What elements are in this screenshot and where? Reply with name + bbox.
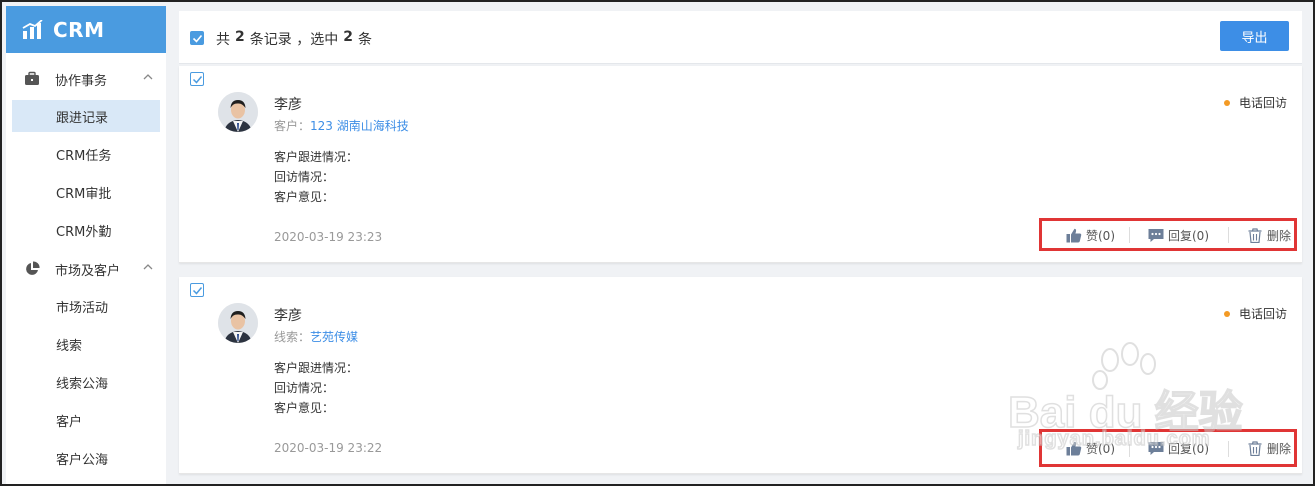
record-checkbox[interactable] <box>190 283 204 297</box>
sidebar-item-label: CRM外勤 <box>56 224 112 240</box>
delete-label: 删除 <box>1267 442 1292 456</box>
record-actions-highlight: 赞(0) 回复(0) 删除 <box>1039 429 1297 467</box>
sidebar: CRM 协作事务 跟进记录 CRM任务 CRM审批 CRM外勤 市场及客户 市场… <box>6 6 166 486</box>
summary-prefix: 共 <box>216 32 230 48</box>
sidebar-item-label: 线索公海 <box>56 376 109 392</box>
divider <box>1129 227 1130 243</box>
status-dot-icon <box>1223 99 1230 106</box>
sidebar-group-market[interactable]: 市场及客户 <box>6 251 166 287</box>
field-visit-status: 回访情况： <box>274 170 335 184</box>
field-customer-opinion: 客户意见： <box>274 401 335 415</box>
checkmark-icon <box>192 76 203 84</box>
trash-icon <box>1248 441 1262 456</box>
sidebar-item-label: 跟进记录 <box>56 110 109 126</box>
relation-label: 线索： <box>274 330 311 344</box>
sidebar-item-label: CRM审批 <box>56 186 112 202</box>
summary-mid: 条记录 ，选中 <box>249 32 339 48</box>
total-count: 2 <box>235 29 245 45</box>
comment-icon <box>1148 229 1164 242</box>
list-toolbar: 共 2 条记录 ，选中 2 条 导出 <box>179 11 1302 64</box>
trash-icon <box>1248 228 1262 243</box>
reply-button[interactable]: 回复(0) <box>1148 227 1209 244</box>
record-type-tag: 电话回访 <box>1223 94 1287 111</box>
sidebar-item-crm-approval[interactable]: CRM审批 <box>12 176 160 208</box>
thumbs-up-icon <box>1066 441 1082 456</box>
relation-link[interactable]: 123 湖南山海科技 <box>310 119 409 133</box>
field-customer-opinion: 客户意见： <box>274 190 335 204</box>
thumbs-up-icon <box>1066 228 1082 243</box>
divider <box>1228 227 1229 243</box>
record-card: 李彦 客户：123 湖南山海科技 客户跟进情况： 回访情况： 客户意见： 202… <box>179 66 1302 263</box>
sidebar-item-leads[interactable]: 线索 <box>12 328 160 360</box>
sidebar-item-label: 客户 <box>56 414 83 430</box>
author-name: 李彦 <box>274 97 302 113</box>
sidebar-item-crm-tasks[interactable]: CRM任务 <box>12 138 160 170</box>
selection-summary: 共 2 条记录 ，选中 2 条 <box>216 29 372 49</box>
sidebar-item-label: CRM任务 <box>56 148 112 164</box>
relation-link[interactable]: 艺苑传媒 <box>310 330 358 344</box>
reply-label: 回复(0) <box>1168 442 1209 456</box>
record-type-label: 电话回访 <box>1238 307 1287 321</box>
checkmark-icon <box>192 287 203 295</box>
relation-label: 客户： <box>274 119 311 133</box>
divider <box>1228 441 1229 457</box>
chevron-up-icon <box>143 264 153 270</box>
export-button[interactable]: 导出 <box>1220 21 1289 51</box>
like-label: 赞(0) <box>1086 229 1115 243</box>
sidebar-item-customer-pool[interactable]: 客户公海 <box>12 442 160 474</box>
record-timestamp: 2020-03-19 23:23 <box>274 230 383 244</box>
record-card: 李彦 线索：艺苑传媒 客户跟进情况： 回访情况： 客户意见： 2020-03-1… <box>179 277 1302 474</box>
comment-icon <box>1148 442 1164 455</box>
relation-line: 客户：123 湖南山海科技 <box>274 117 409 134</box>
summary-suffix: 条 <box>357 32 372 48</box>
briefcase-icon <box>25 71 39 85</box>
record-type-tag: 电话回访 <box>1223 305 1287 322</box>
sidebar-item-crm-field-work[interactable]: CRM外勤 <box>12 214 160 246</box>
avatar[interactable] <box>218 92 258 132</box>
sidebar-item-follow-records[interactable]: 跟进记录 <box>12 100 160 132</box>
brand-header[interactable]: CRM <box>6 6 166 53</box>
like-button[interactable]: 赞(0) <box>1066 440 1115 457</box>
avatar[interactable] <box>218 303 258 343</box>
reply-button[interactable]: 回复(0) <box>1148 440 1209 457</box>
select-all-checkbox[interactable] <box>190 31 204 45</box>
sidebar-group-label: 协作事务 <box>55 73 108 89</box>
relation-line: 线索：艺苑传媒 <box>274 328 358 345</box>
sidebar-item-customers[interactable]: 客户 <box>12 404 160 436</box>
status-dot-icon <box>1223 310 1230 317</box>
field-follow-status: 客户跟进情况： <box>274 150 359 164</box>
sidebar-item-label: 客户公海 <box>56 452 109 468</box>
record-checkbox[interactable] <box>190 72 204 86</box>
record-actions-highlight: 赞(0) 回复(0) 删除 <box>1039 218 1297 251</box>
record-type-label: 电话回访 <box>1238 96 1287 110</box>
reply-label: 回复(0) <box>1168 229 1209 243</box>
sidebar-group-label: 市场及客户 <box>55 263 121 279</box>
like-label: 赞(0) <box>1086 442 1115 456</box>
selected-count: 2 <box>343 29 353 45</box>
sidebar-item-lead-pool[interactable]: 线索公海 <box>12 366 160 398</box>
sidebar-group-collab[interactable]: 协作事务 <box>6 61 166 97</box>
author-name: 李彦 <box>274 308 302 324</box>
delete-button[interactable]: 删除 <box>1247 227 1291 244</box>
sidebar-item-label: 市场活动 <box>56 300 109 316</box>
pie-chart-icon <box>26 261 40 275</box>
chevron-up-icon <box>143 74 153 80</box>
brand-name: CRM <box>53 17 105 42</box>
delete-label: 删除 <box>1267 229 1292 243</box>
sidebar-item-label: 线索 <box>56 338 83 354</box>
delete-button[interactable]: 删除 <box>1247 440 1291 457</box>
checkmark-icon <box>192 34 203 43</box>
person-photo-icon <box>218 92 258 132</box>
field-visit-status: 回访情况： <box>274 381 335 395</box>
sidebar-item-market-activity[interactable]: 市场活动 <box>12 290 160 322</box>
bar-chart-icon <box>22 19 43 39</box>
like-button[interactable]: 赞(0) <box>1066 227 1115 244</box>
field-follow-status: 客户跟进情况： <box>274 361 359 375</box>
record-timestamp: 2020-03-19 23:22 <box>274 441 383 455</box>
divider <box>1129 441 1130 457</box>
person-photo-icon <box>218 303 258 343</box>
